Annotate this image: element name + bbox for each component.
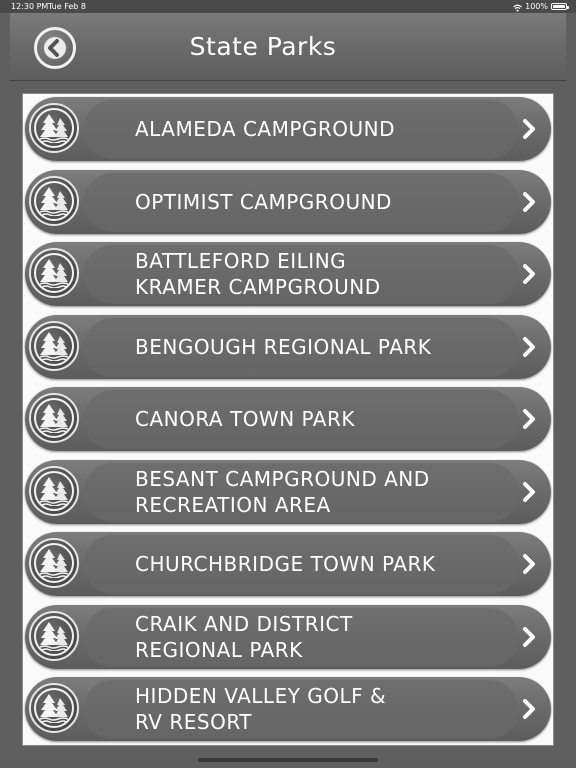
pine-trees-icon <box>29 320 79 371</box>
chevron-right-icon <box>523 626 535 647</box>
navigation-bar: State Parks <box>10 13 566 81</box>
park-list-item-1[interactable]: ALAMEDA CAMPGROUND <box>25 97 551 161</box>
chevron-right-icon <box>523 191 535 212</box>
park-list-item-6[interactable]: BESANT CAMPGROUND AND RECREATION AREA <box>25 459 551 524</box>
pine-trees-icon <box>29 103 79 153</box>
status-date: Tue Feb 8 <box>48 2 87 11</box>
park-name: CHURCHBRIDGE TOWN PARK <box>135 552 436 576</box>
park-name: HIDDEN VALLEY GOLF & RV RESORT <box>135 684 387 734</box>
chevron-right-icon <box>523 481 535 502</box>
chevron-right-icon <box>523 119 535 139</box>
park-name: BATTLEFORD EILING KRAMER CAMPGROUND <box>135 249 381 299</box>
chevron-right-icon <box>523 554 535 574</box>
app-screen: 12:30 PM Tue Feb 8 100% State Parks ALAM… <box>0 0 576 768</box>
back-chevron-icon <box>48 39 59 57</box>
park-list-item-7[interactable]: CHURCHBRIDGE TOWN PARK <box>25 532 551 596</box>
wifi-icon <box>513 3 522 12</box>
chevron-right-icon <box>523 409 535 429</box>
home-indicator[interactable] <box>198 758 378 762</box>
chevron-right-icon <box>523 264 535 284</box>
pine-trees-icon <box>29 465 79 516</box>
battery-percent: 100% <box>525 2 548 11</box>
chevron-right-icon <box>523 699 535 719</box>
park-name: BESANT CAMPGROUND AND RECREATION AREA <box>135 466 430 517</box>
park-list-item-5[interactable]: CANORA TOWN PARK <box>25 387 551 451</box>
park-name: CANORA TOWN PARK <box>135 407 356 431</box>
status-bar: 12:30 PM Tue Feb 8 100% <box>0 0 576 13</box>
park-name: ALAMEDA CAMPGROUND <box>135 117 396 141</box>
park-list-item-2[interactable]: OPTIMIST CAMPGROUND <box>25 169 551 234</box>
pine-trees-icon <box>29 248 79 298</box>
back-button[interactable] <box>34 27 76 69</box>
battery-icon <box>551 3 569 10</box>
chevron-right-icon <box>523 336 535 357</box>
pine-trees-icon <box>29 393 79 443</box>
park-name: BENGOUGH REGIONAL PARK <box>135 334 432 359</box>
pine-trees-icon <box>29 175 79 226</box>
page-title: State Parks <box>189 32 337 61</box>
park-list-item-4[interactable]: BENGOUGH REGIONAL PARK <box>25 314 551 379</box>
pine-trees-icon <box>29 610 79 661</box>
pine-trees-icon <box>29 538 79 588</box>
park-name: OPTIMIST CAMPGROUND <box>135 189 392 214</box>
park-list-item-9[interactable]: HIDDEN VALLEY GOLF & RV RESORT <box>25 677 551 741</box>
park-name: CRAIK AND DISTRICT REGIONAL PARK <box>135 611 353 662</box>
park-list[interactable]: ALAMEDA CAMPGROUND OPTIMIST CAMPGROUND B… <box>22 93 554 746</box>
status-time: 12:30 PM <box>11 2 49 11</box>
park-list-item-3[interactable]: BATTLEFORD EILING KRAMER CAMPGROUND <box>25 242 551 306</box>
pine-trees-icon <box>29 683 79 733</box>
park-list-item-8[interactable]: CRAIK AND DISTRICT REGIONAL PARK <box>25 604 551 669</box>
status-indicators: 100% <box>513 0 569 13</box>
